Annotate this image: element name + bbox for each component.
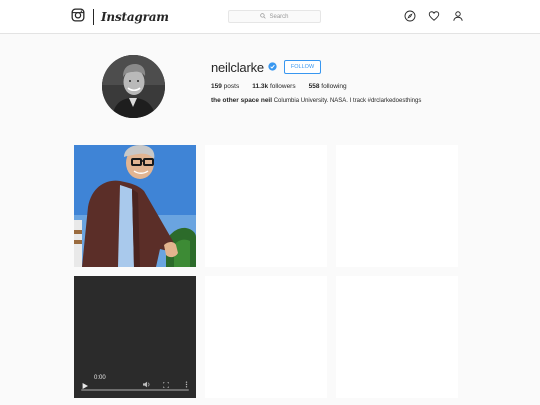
followers-count: 11.3k bbox=[252, 83, 269, 90]
post-tile-blank[interactable] bbox=[205, 145, 327, 267]
post-tile-blank[interactable] bbox=[336, 276, 458, 398]
posts-stat: 159 posts bbox=[211, 83, 239, 90]
user-icon[interactable] bbox=[452, 10, 464, 22]
search-input[interactable]: Search bbox=[228, 10, 321, 23]
post-tile-photo[interactable] bbox=[74, 145, 196, 267]
heart-icon[interactable] bbox=[428, 10, 440, 22]
posts-count: 159 bbox=[211, 83, 222, 90]
video-time: 0:00 bbox=[94, 375, 106, 381]
post-tile-blank[interactable] bbox=[205, 276, 327, 398]
full-name: the other space neil bbox=[211, 97, 273, 104]
bio-text: Columbia University. NASA. I track #drcl… bbox=[273, 98, 422, 104]
following-count: 558 bbox=[308, 83, 320, 90]
username: neilclarke bbox=[211, 59, 264, 75]
posts-label: posts bbox=[223, 83, 240, 90]
followers-label: followers bbox=[269, 83, 296, 90]
following-stat[interactable]: 558 following bbox=[309, 83, 347, 90]
search-icon bbox=[260, 12, 267, 21]
post-tile-video[interactable]: 0:00 bbox=[74, 276, 196, 398]
name-row: neilclarke FOLLOW bbox=[211, 59, 511, 75]
post-tile-blank[interactable] bbox=[336, 145, 458, 267]
follow-button[interactable]: FOLLOW bbox=[283, 60, 322, 74]
profile-stats: 159 posts 11.3k followers 558 following bbox=[211, 83, 511, 90]
play-icon[interactable] bbox=[82, 376, 88, 394]
logo[interactable]: Instagram bbox=[71, 8, 169, 27]
profile-bio: the other space neil Columbia University… bbox=[211, 97, 511, 104]
video-controls: 0:00 bbox=[74, 368, 196, 398]
search-placeholder: Search bbox=[269, 13, 289, 20]
avatar[interactable] bbox=[102, 55, 165, 118]
instagram-wordmark: Instagram bbox=[101, 10, 169, 24]
logo-divider bbox=[93, 9, 94, 25]
profile-info: neilclarke FOLLOW 159 posts 11.3k follow… bbox=[211, 59, 511, 105]
instagram-camera-icon bbox=[71, 8, 85, 27]
nav-icons bbox=[404, 10, 464, 22]
followers-stat[interactable]: 11.3k followers bbox=[252, 83, 295, 90]
compass-icon[interactable] bbox=[404, 10, 416, 22]
following-label: following bbox=[321, 83, 347, 90]
verified-badge-icon bbox=[268, 58, 277, 76]
video-progress-bar[interactable] bbox=[81, 389, 189, 391]
top-navigation-bar: Instagram Search bbox=[0, 0, 540, 34]
